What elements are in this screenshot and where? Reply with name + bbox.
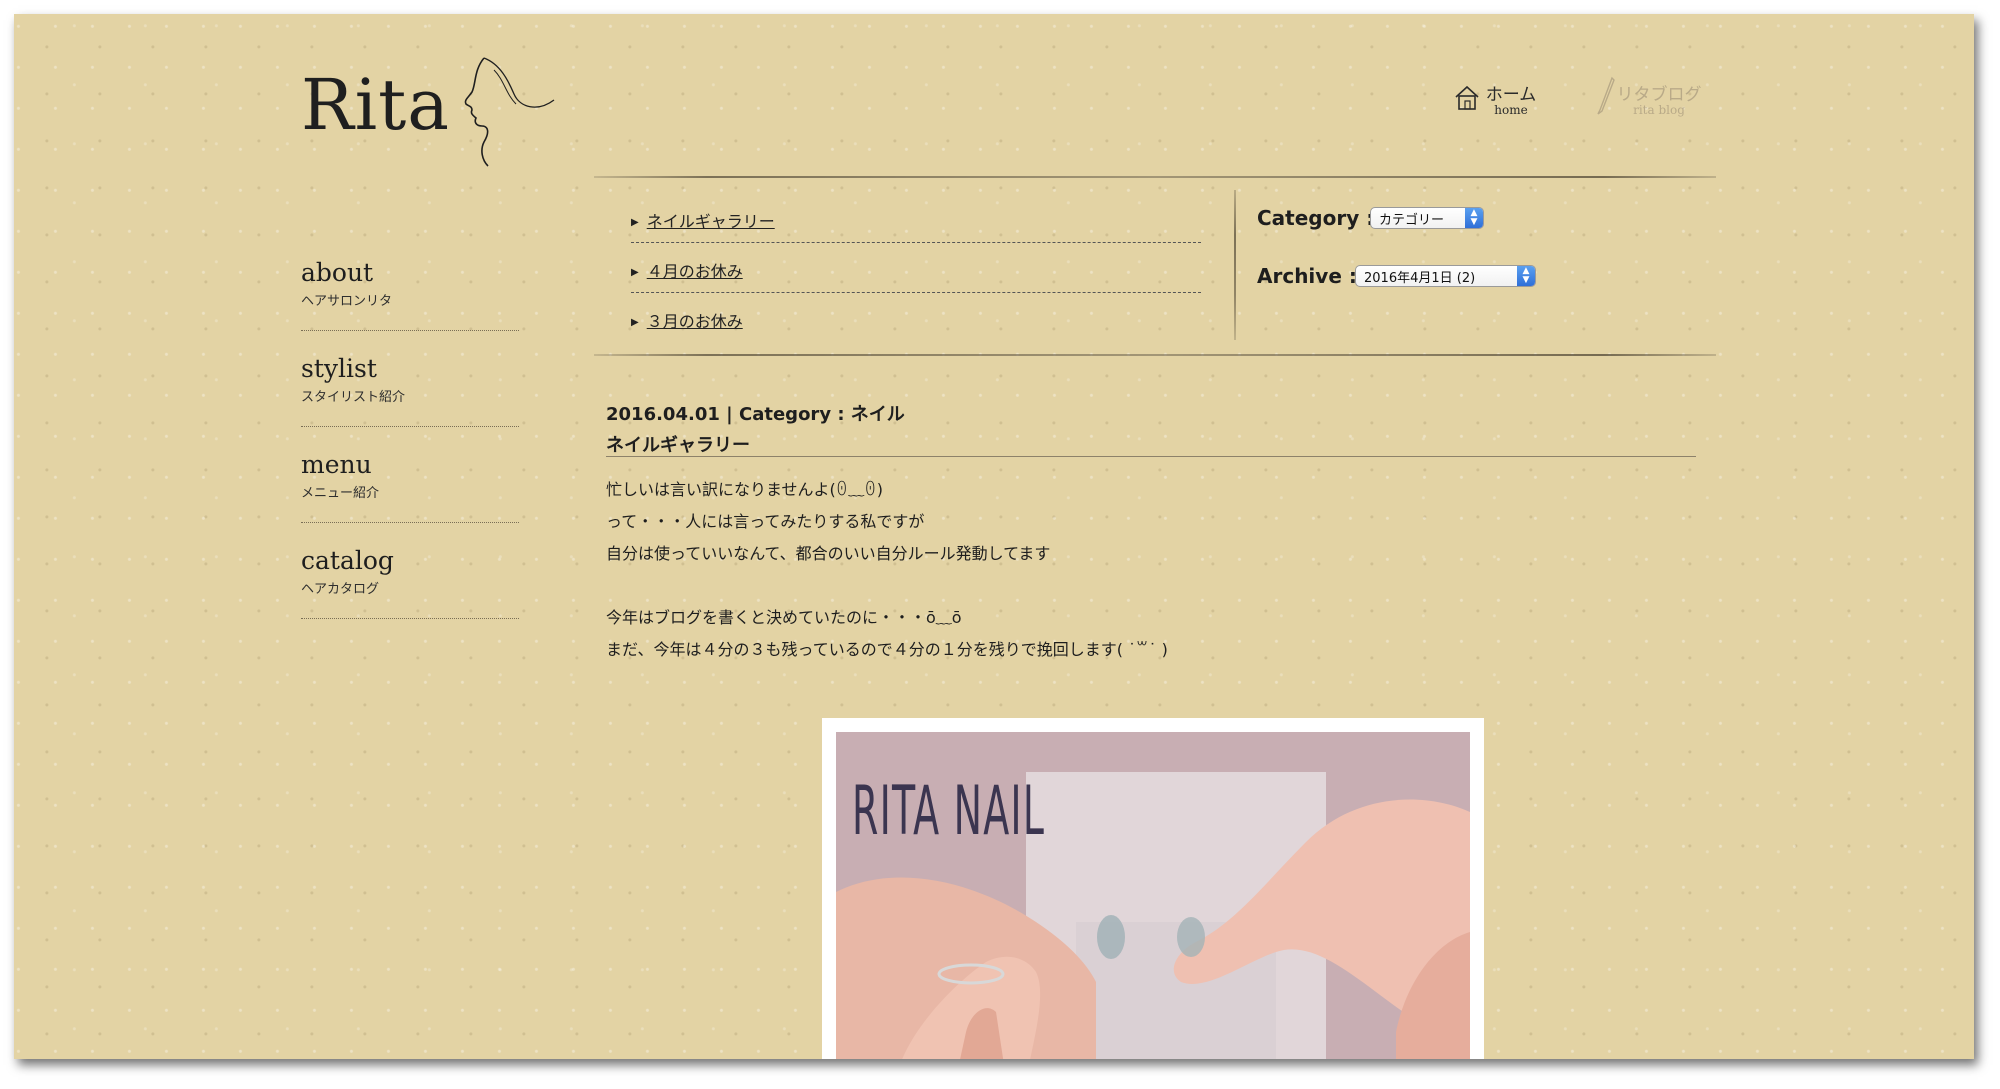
- triangle-bullet-icon: ▶: [631, 317, 639, 328]
- archive-select[interactable]: 2016年4月1日 (2) ▲ ▼: [1355, 265, 1536, 287]
- widget-divider: [594, 354, 1716, 356]
- sidebar-item-sublabel: スタイリスト紹介: [301, 390, 406, 405]
- sidebar-item-menu[interactable]: menu メニュー紹介: [301, 450, 519, 501]
- sidebar-item-about[interactable]: about ヘアサロンリタ: [301, 258, 519, 309]
- widget-vertical-divider: [1234, 190, 1236, 340]
- list-divider: [631, 292, 1201, 293]
- category-label: Category :: [1257, 206, 1375, 230]
- sidebar-item-stylist[interactable]: stylist スタイリスト紹介: [301, 354, 519, 405]
- nav-home-sublabel: home: [1494, 103, 1528, 117]
- post-meta-separator: |: [726, 404, 733, 425]
- triangle-bullet-icon: ▶: [631, 217, 639, 228]
- post-category-label: Category :: [739, 404, 845, 425]
- sidebar-item-sublabel: ヘアサロンリタ: [301, 294, 393, 309]
- nav-blog-link[interactable]: リタブログ rita blog: [1599, 80, 1719, 117]
- sidebar-item-label: catalog: [301, 546, 394, 575]
- nav-blog-label: リタブログ: [1616, 85, 1702, 105]
- page-background: Rita ホーム home リタブログ rita blog about ヘアサロ…: [14, 14, 1974, 1059]
- recent-post-item[interactable]: ▶ ４月のお休み: [631, 258, 743, 282]
- post-body-line: まだ、今年は４分の３も残っているので４分の１分を残りで挽回します( ˙꒳˙ ): [606, 640, 1168, 659]
- photo-caption: RITA NAIL: [852, 772, 1046, 851]
- recent-post-item[interactable]: ▶ ３月のお休み: [631, 308, 743, 332]
- post-title: ネイルギャラリー: [606, 435, 750, 456]
- select-arrows-icon: ▲ ▼: [1465, 208, 1483, 228]
- post-title-divider: [606, 456, 1696, 457]
- sidebar-item-label: about: [301, 258, 374, 287]
- category-select-value: カテゴリー: [1379, 212, 1445, 228]
- list-divider: [631, 242, 1201, 243]
- post-image-frame: RITA NAIL: [822, 718, 1484, 1059]
- site-logo[interactable]: Rita: [301, 64, 450, 146]
- sidebar-item-label: stylist: [301, 354, 377, 383]
- category-select[interactable]: カテゴリー ▲ ▼: [1370, 207, 1484, 229]
- nav-blog-sublabel: rita blog: [1633, 103, 1685, 117]
- recent-post-link[interactable]: ネイルギャラリー: [647, 212, 775, 231]
- sidebar-divider: [301, 426, 519, 427]
- triangle-bullet-icon: ▶: [631, 267, 639, 278]
- nav-home-link[interactable]: ホーム home: [1456, 80, 1566, 117]
- header-divider: [594, 176, 1716, 178]
- sidebar-divider: [301, 618, 519, 619]
- sidebar-item-sublabel: ヘアカタログ: [301, 582, 380, 597]
- post-body-line: って・・・人には言ってみたりする私ですが: [606, 512, 925, 531]
- sidebar-item-sublabel: メニュー紹介: [301, 486, 380, 501]
- archive-label: Archive :: [1257, 264, 1357, 288]
- sidebar-item-catalog[interactable]: catalog ヘアカタログ: [301, 546, 519, 597]
- post-meta: 2016.04.01 | Category : ネイル: [606, 400, 905, 426]
- post-body-line: 忙しいは言い訳になりませんよ(ꏿ﹏ꏿ): [606, 480, 884, 499]
- recent-post-item[interactable]: ▶ ネイルギャラリー: [631, 208, 775, 232]
- nail-photo: RITA NAIL: [836, 732, 1470, 1059]
- post-body-line: 今年はブログを書くと決めていたのに・・・ō﹏ō: [606, 608, 962, 627]
- recent-post-link[interactable]: ４月のお休み: [647, 262, 743, 281]
- woman-profile-logo-icon: [464, 57, 555, 167]
- recent-post-link[interactable]: ３月のお休み: [647, 312, 743, 331]
- sidebar-item-label: menu: [301, 450, 372, 479]
- post-date: 2016.04.01: [606, 404, 720, 425]
- sidebar-divider: [301, 522, 519, 523]
- archive-select-value: 2016年4月1日 (2): [1364, 270, 1476, 286]
- select-arrows-icon: ▲ ▼: [1517, 266, 1535, 286]
- sidebar-divider: [301, 330, 519, 331]
- post-body-line: 自分は使っていいなんて、都合のいい自分ルール発動してます: [606, 544, 1051, 563]
- nav-home-label: ホーム: [1485, 85, 1537, 105]
- post-category-link[interactable]: ネイル: [851, 404, 905, 425]
